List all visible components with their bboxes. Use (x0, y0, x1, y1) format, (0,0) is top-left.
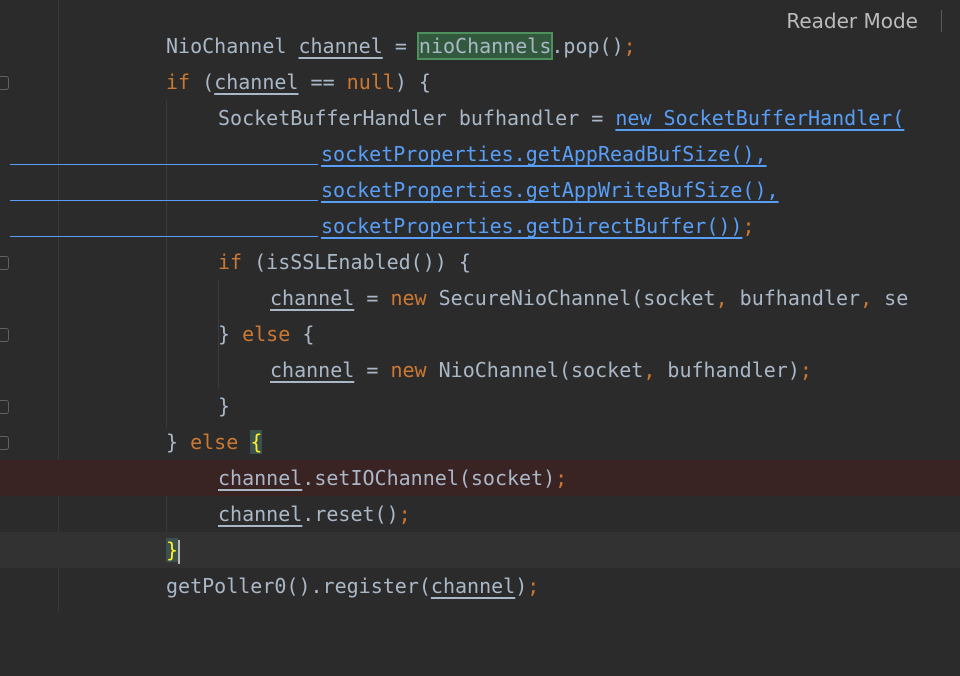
operator: = (394, 34, 407, 58)
code-line-5[interactable]: socketProperties.getAppWriteBufSize(), (0, 172, 960, 208)
code-line-7[interactable]: if (isSSLEnabled()) { (0, 244, 960, 280)
matched-brace: { (250, 430, 263, 454)
code-line-8[interactable]: channel = new SecureNioChannel(socket, b… (0, 280, 960, 316)
comma: , (754, 142, 767, 166)
argument: se (884, 286, 909, 310)
declaration: SocketBufferHandler bufhandler = (218, 106, 604, 130)
semicolon: ; (742, 214, 755, 238)
code-line-15[interactable]: } (0, 532, 960, 568)
variable-channel[interactable]: channel (270, 358, 354, 382)
method-link[interactable]: socketProperties.getAppWriteBufSize() (321, 178, 767, 202)
constructor-call: SecureNioChannel(socket (438, 286, 716, 310)
variable-channel[interactable]: channel (214, 70, 298, 94)
toolbar-separator (941, 10, 942, 32)
selected-text[interactable]: nioChannels (416, 32, 554, 60)
variable-channel[interactable]: channel (298, 34, 382, 58)
code-line-11[interactable]: } (0, 388, 960, 424)
brace: } (218, 394, 231, 418)
code-editor[interactable]: NioChannel channel = nioChannels.pop(); … (0, 0, 960, 612)
method-link[interactable]: socketProperties.getAppReadBufSize() (321, 142, 754, 166)
condition: (isSSLEnabled()) { (254, 250, 471, 274)
keyword-else: else (242, 322, 291, 346)
comma: , (643, 358, 656, 382)
reader-mode-button[interactable]: Reader Mode (786, 8, 918, 34)
keyword-new: new (390, 358, 427, 382)
brace: } (218, 322, 231, 346)
code-line-13[interactable]: channel.setIOChannel(socket); (0, 460, 960, 496)
code-line-3[interactable]: SocketBufferHandler bufhandler = new Soc… (0, 100, 960, 136)
code-line-14[interactable]: channel.reset(); (0, 496, 960, 532)
code-line-2[interactable]: if (channel == null) { (0, 64, 960, 100)
semicolon: ; (799, 358, 812, 382)
operator: = (366, 286, 379, 310)
keyword-if: if (166, 70, 191, 94)
keyword-null: null (346, 70, 395, 94)
operator: = (366, 358, 379, 382)
semicolon: ; (527, 574, 540, 598)
variable-channel[interactable]: channel (218, 502, 302, 526)
type-name: NioChannel (166, 34, 287, 58)
paren-brace: ) { (394, 70, 431, 94)
keyword-new: new (390, 286, 427, 310)
code-line-4[interactable]: socketProperties.getAppReadBufSize(), (0, 136, 960, 172)
code-line-9[interactable]: } else { (0, 316, 960, 352)
argument: bufhandler) (667, 358, 800, 382)
comma: , (766, 178, 779, 202)
method-call: .setIOChannel(socket) (302, 466, 556, 490)
variable-channel[interactable]: channel (431, 574, 515, 598)
code-line-12[interactable]: } else { (0, 424, 960, 460)
operator: == (310, 70, 335, 94)
code-line-16[interactable]: getPoller0().register(channel); (0, 568, 960, 604)
comma: , (860, 286, 873, 310)
keyword-else: else (190, 430, 239, 454)
method-call: .pop() (551, 34, 624, 58)
method-call: .reset() (302, 502, 399, 526)
semicolon: ; (555, 466, 568, 490)
method-link[interactable]: socketProperties.getDirectBuffer()) (321, 214, 742, 238)
text-caret (178, 539, 181, 564)
matched-brace: } (166, 538, 179, 562)
argument: bufhandler (739, 286, 861, 310)
comma: , (715, 286, 728, 310)
keyword-new-link[interactable]: new (615, 106, 651, 130)
semicolon: ; (398, 502, 411, 526)
paren: ( (202, 70, 215, 94)
brace: } (166, 430, 179, 454)
paren: ) (515, 574, 528, 598)
code-line-6[interactable]: socketProperties.getDirectBuffer()); (0, 208, 960, 244)
keyword-if: if (218, 250, 243, 274)
code-line-10[interactable]: channel = new NioChannel(socket, bufhand… (0, 352, 960, 388)
method-call: getPoller0().register( (166, 574, 431, 598)
constructor-call: NioChannel(socket (438, 358, 644, 382)
semicolon: ; (623, 34, 636, 58)
variable-channel[interactable]: channel (218, 466, 302, 490)
constructor-link[interactable]: SocketBufferHandler( (664, 106, 905, 130)
brace: { (302, 322, 315, 346)
variable-channel[interactable]: channel (270, 286, 354, 310)
